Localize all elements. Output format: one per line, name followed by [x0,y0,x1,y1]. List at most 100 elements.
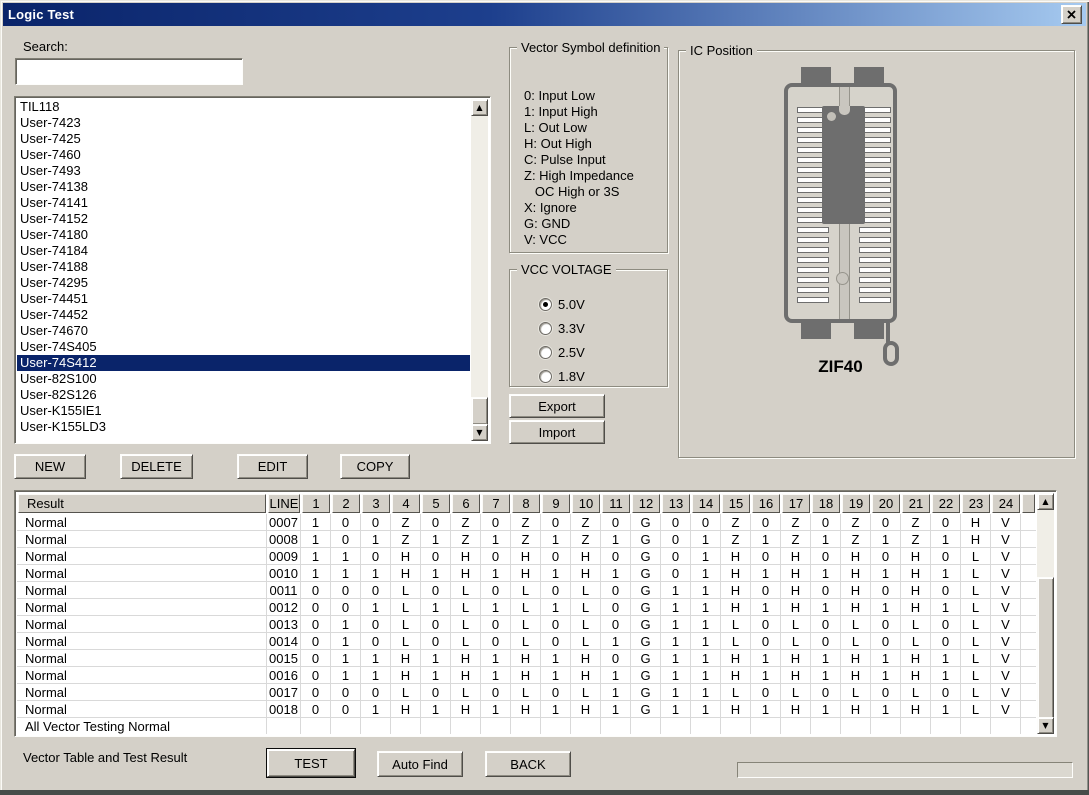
pin-cell: 1 [541,599,571,616]
pin-cell: H [721,599,751,616]
pin-cell: 0 [751,684,781,701]
vcc-option[interactable]: 3.3V [539,316,664,340]
table-row[interactable]: Normal0007100Z0Z0Z0Z0G00Z0Z0Z0Z0HV [17,514,1036,531]
scroll-thumb[interactable] [471,397,488,425]
auto-find-button[interactable]: Auto Find [377,751,463,777]
vcc-option[interactable]: 1.8V [539,364,664,388]
list-item[interactable]: User-74138 [17,179,470,195]
pin-cell: L [841,684,871,701]
list-item[interactable]: User-74184 [17,243,470,259]
edit-button[interactable]: EDIT [237,454,308,479]
table-scrollbar[interactable]: ▲ ▼ [1037,493,1054,734]
pin-cell: 1 [361,667,391,684]
table-row[interactable]: Normal0009110H0H0H0H0G01H0H0H0H0LV [17,548,1036,565]
pin-cell: H [391,565,421,582]
copy-button[interactable]: COPY [340,454,410,479]
pin-cell: 1 [691,701,721,718]
pin-cell: L [781,684,811,701]
pin-cell: H [901,599,931,616]
device-listbox[interactable]: TIL118User-7423User-7425User-7460User-74… [14,96,491,444]
list-item[interactable]: User-82S126 [17,387,470,403]
device-list-scrollbar[interactable]: ▲ ▼ [471,99,488,441]
pin-cell: 0 [481,684,511,701]
close-button[interactable] [1061,5,1082,24]
vcc-voltage-group: VCC VOLTAGE 5.0V3.3V2.5V1.8V [509,262,668,387]
scroll-up-button[interactable]: ▲ [471,99,488,116]
table-row[interactable]: Normal0016011H1H1H1H1G11H1H1H1H1LV [17,667,1036,684]
result-cell: Normal [17,599,267,616]
import-button[interactable]: Import [509,420,605,444]
pin-cell: L [391,599,421,616]
column-header-filler [1022,494,1035,513]
list-item[interactable]: User-7460 [17,147,470,163]
pin-cell: 1 [871,650,901,667]
list-item[interactable]: User-74141 [17,195,470,211]
pin-cell: 0 [331,582,361,599]
table-row[interactable]: Normal0013010L0L0L0L0G11L0L0L0L0LV [17,616,1036,633]
list-item[interactable]: User-74188 [17,259,470,275]
list-item[interactable]: User-74180 [17,227,470,243]
table-row[interactable]: Normal0018001H1H1H1H1G11H1H1H1H1LV [17,701,1036,718]
list-item[interactable]: User-7423 [17,115,470,131]
pin-cell: Z [571,514,601,531]
title-bar[interactable]: Logic Test [3,3,1086,26]
list-item[interactable]: User-74152 [17,211,470,227]
scroll-down-button[interactable]: ▼ [471,424,488,441]
pin-cell: 1 [691,599,721,616]
vcc-option[interactable]: 5.0V [539,292,664,316]
list-item[interactable]: User-K155LD3 [17,419,470,435]
table-row[interactable]: Normal0017000L0L0L0L1G11L0L0L0L0LV [17,684,1036,701]
list-item[interactable]: User-74S405 [17,339,470,355]
table-row[interactable]: Normal0014010L0L0L0L1G11L0L0L0L0LV [17,633,1036,650]
pin-cell: L [961,684,991,701]
back-button[interactable]: BACK [485,751,571,777]
scroll-down-button[interactable]: ▼ [1037,717,1054,734]
test-button[interactable]: TEST [267,749,355,777]
pin-cell: H [571,667,601,684]
list-item[interactable]: User-74451 [17,291,470,307]
new-button[interactable]: NEW [14,454,86,479]
pin-cell: H [511,548,541,565]
table-row[interactable]: Normal0012001L1L1L1L0G11H1H1H1H1LV [17,599,1036,616]
radio-button[interactable] [539,298,552,311]
search-input[interactable] [15,58,243,85]
filler-cell [1021,616,1036,633]
pin-cell: H [451,650,481,667]
list-item[interactable]: TIL118 [17,99,470,115]
pin-cell: G [631,650,661,667]
list-item[interactable]: User-74452 [17,307,470,323]
pin-cell: 0 [361,633,391,650]
pin-cell: 1 [361,701,391,718]
pin-cell: 1 [811,599,841,616]
pin-column-header: 21 [902,494,930,513]
vector-symbol-group: Vector Symbol definition 0: Input Low1: … [509,40,668,253]
pin-cell: L [451,599,481,616]
table-row[interactable]: Normal0011000L0L0L0L0G11H0H0H0H0LV [17,582,1036,599]
list-item[interactable]: User-82S100 [17,371,470,387]
socket-pin-slot [797,227,829,233]
scroll-up-button[interactable]: ▲ [1037,493,1054,510]
pin-cell: 1 [871,667,901,684]
table-row[interactable]: Normal0008101Z1Z1Z1Z1G01Z1Z1Z1Z1HV [17,531,1036,548]
result-cell: Normal [17,616,267,633]
radio-button[interactable] [539,322,552,335]
pin-cell [331,718,361,734]
list-item[interactable]: User-74295 [17,275,470,291]
pin-cell: L [391,633,421,650]
pin-cell: G [631,684,661,701]
table-row[interactable]: Normal0010111H1H1H1H1G01H1H1H1H1LV [17,565,1036,582]
list-item[interactable]: User-K155IE1 [17,403,470,419]
pin-cell [871,718,901,734]
table-row[interactable]: Normal0015011H1H1H1H0G11H1H1H1H1LV [17,650,1036,667]
delete-button[interactable]: DELETE [120,454,193,479]
vcc-option[interactable]: 2.5V [539,340,664,364]
list-item[interactable]: User-74S412 [17,355,470,371]
radio-button[interactable] [539,370,552,383]
list-item[interactable]: User-7425 [17,131,470,147]
scroll-thumb[interactable] [1037,577,1054,719]
list-item[interactable]: User-7493 [17,163,470,179]
radio-button[interactable] [539,346,552,359]
export-button[interactable]: Export [509,394,605,418]
list-item[interactable]: User-74670 [17,323,470,339]
result-cell: Normal [17,701,267,718]
